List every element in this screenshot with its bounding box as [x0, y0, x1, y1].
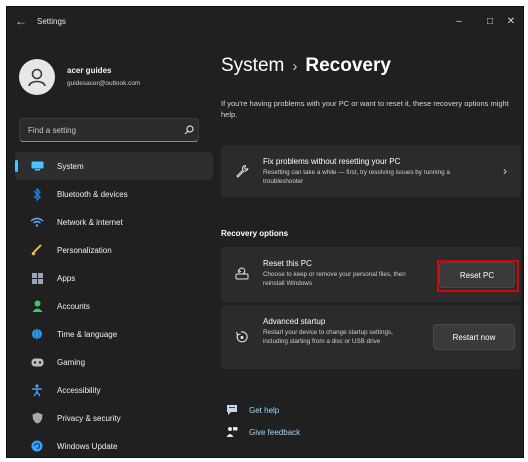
link-label[interactable]: Give feedback [249, 428, 300, 437]
brush-icon [29, 242, 45, 258]
intro-text: If you're having problems with your PC o… [221, 99, 509, 119]
accounts-icon [29, 298, 45, 314]
sidebar-item-label: Time & language [57, 329, 118, 339]
sidebar-item-time-language[interactable]: Time & language [15, 320, 213, 348]
sidebar-item-label: Accounts [57, 301, 90, 311]
fix-problems-desc: Resetting can take a while — first, try … [263, 169, 450, 185]
system-icon [29, 158, 45, 174]
breadcrumb-separator: › [292, 58, 298, 75]
advanced-startup-icon [233, 328, 251, 346]
feedback-icon [225, 425, 239, 439]
globe-icon [29, 326, 45, 342]
get-help-link[interactable]: Get help [221, 401, 279, 419]
bluetooth-icon [29, 186, 45, 202]
wrench-icon [233, 162, 251, 180]
user-email: guidesacer@outlook.com [67, 80, 141, 87]
reset-pc-button[interactable]: Reset PC [439, 262, 515, 288]
sidebar-item-label: Personalization [57, 245, 112, 255]
avatar [19, 59, 55, 95]
title-bar: ← Settings – □ ✕ [7, 7, 523, 35]
person-icon [28, 68, 46, 87]
sidebar-item-gaming[interactable]: Gaming [15, 348, 213, 376]
fix-problems-title: Fix problems without resetting your PC [263, 157, 401, 166]
link-label[interactable]: Get help [249, 406, 279, 415]
apps-icon [29, 270, 45, 286]
reset-pc-icon [233, 265, 251, 283]
reset-pc-desc: Choose to keep or remove your personal f… [263, 271, 406, 287]
advanced-startup-desc: Restart your device to change startup se… [263, 329, 393, 345]
sidebar-item-label: Accessibility [57, 385, 101, 395]
user-name: acer guides [67, 66, 112, 75]
sidebar-item-system[interactable]: System [15, 152, 213, 180]
advanced-startup-card: Advanced startup Restart your device to … [221, 305, 521, 369]
search-icon[interactable] [180, 125, 198, 135]
wifi-icon [29, 214, 45, 230]
sidebar-item-accounts[interactable]: Accounts [15, 292, 213, 320]
settings-window: ← Settings – □ ✕ acer guides guidesacer@… [6, 6, 524, 458]
update-icon [29, 438, 45, 454]
section-title: Recovery options [221, 229, 289, 238]
app-title: Settings [37, 16, 66, 26]
sidebar-item-network[interactable]: Network & internet [15, 208, 213, 236]
minimize-button[interactable]: – [443, 7, 475, 35]
reset-pc-card: Reset this PC Choose to keep or remove y… [221, 247, 521, 302]
close-button[interactable]: ✕ [495, 7, 523, 35]
search-input[interactable] [20, 120, 180, 140]
sidebar-item-label: Windows Update [57, 441, 118, 451]
sidebar-item-label: Gaming [57, 357, 86, 367]
sidebar-item-windows-update[interactable]: Windows Update [15, 432, 213, 457]
restart-now-button[interactable]: Restart now [433, 324, 515, 350]
sidebar-item-bluetooth[interactable]: Bluetooth & devices [15, 180, 213, 208]
sidebar-item-label: Bluetooth & devices [57, 189, 128, 199]
fix-problems-card[interactable]: Fix problems without resetting your PC R… [221, 145, 521, 197]
breadcrumb-parent[interactable]: System [221, 55, 284, 76]
shield-icon [29, 410, 45, 426]
gaming-icon [29, 354, 45, 370]
sidebar-nav: System Bluetooth & devices Network & int… [15, 152, 213, 457]
help-icon [225, 403, 239, 417]
sidebar-item-label: Privacy & security [57, 413, 121, 423]
advanced-startup-title: Advanced startup [263, 317, 326, 326]
give-feedback-link[interactable]: Give feedback [221, 423, 300, 441]
sidebar-item-label: Apps [57, 273, 76, 283]
sidebar-item-privacy-security[interactable]: Privacy & security [15, 404, 213, 432]
back-arrow-icon[interactable]: ← [15, 14, 29, 28]
sidebar-item-accessibility[interactable]: Accessibility [15, 376, 213, 404]
sidebar: acer guides guidesacer@outlook.com Syste… [7, 35, 215, 457]
breadcrumb: System › Recovery [221, 55, 391, 77]
sidebar-item-apps[interactable]: Apps [15, 264, 213, 292]
reset-pc-title: Reset this PC [263, 259, 312, 268]
chevron-right-icon: › [503, 164, 507, 178]
main-content: System › Recovery If you're having problem… [215, 35, 523, 457]
accessibility-icon [29, 382, 45, 398]
sidebar-item-label: Network & internet [57, 217, 123, 227]
sidebar-item-personalization[interactable]: Personalization [15, 236, 213, 264]
sidebar-item-label: System [57, 161, 84, 171]
user-profile[interactable]: acer guides guidesacer@outlook.com [19, 53, 209, 101]
search-box[interactable] [19, 118, 199, 142]
page-title: Recovery [305, 55, 391, 76]
